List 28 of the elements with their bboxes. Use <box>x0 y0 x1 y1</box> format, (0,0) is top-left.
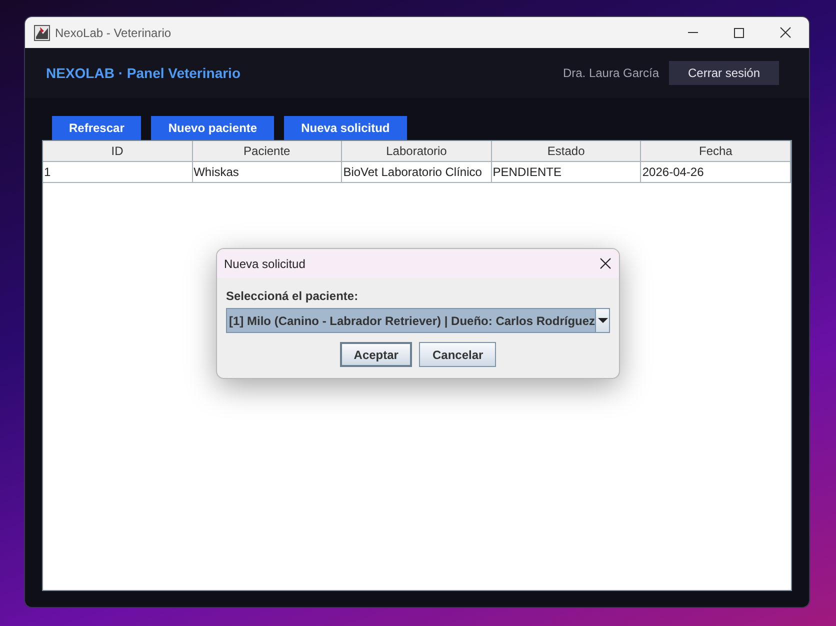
dialog-button[interactable]: Cancelar <box>419 342 496 367</box>
toolbar-button[interactable]: Nueva solicitud <box>284 116 407 140</box>
close-icon[interactable] <box>600 258 611 269</box>
table-cell: PENDIENTE <box>492 162 642 183</box>
window-title: NexoLab - Veterinario <box>55 24 172 42</box>
toolbar-button[interactable]: Refrescar <box>52 116 142 140</box>
table-cell: 2026-04-26 <box>641 162 791 183</box>
caret-icon <box>598 318 608 323</box>
column-header[interactable]: Laboratorio <box>342 141 492 162</box>
dialog-title: Nueva solicitud <box>224 256 306 272</box>
toolbar-button[interactable]: Nuevo paciente <box>151 116 274 140</box>
column-header[interactable]: Estado <box>492 141 642 162</box>
table-cell: Whiskas <box>192 162 342 183</box>
app-icon <box>34 24 50 40</box>
table-cell: 1 <box>43 162 193 183</box>
field-label: Seleccioná el paciente: <box>226 289 360 303</box>
minimize-icon <box>688 32 698 33</box>
logout-button[interactable]: Cerrar sesión <box>669 61 779 85</box>
app-heading: NEXOLAB · Panel Veterinario <box>46 64 240 82</box>
column-header[interactable]: Paciente <box>192 141 342 162</box>
close-icon <box>780 27 790 38</box>
dropdown-arrow-button[interactable] <box>595 309 609 332</box>
maximize-icon <box>734 28 744 38</box>
dialog-button[interactable]: Aceptar <box>340 342 412 367</box>
table-cell: BioVet Laboratorio Clínico <box>342 162 492 183</box>
column-header[interactable]: Fecha <box>641 141 791 162</box>
column-header[interactable]: ID <box>43 141 193 162</box>
user-name: Dra. Laura García <box>562 65 659 82</box>
